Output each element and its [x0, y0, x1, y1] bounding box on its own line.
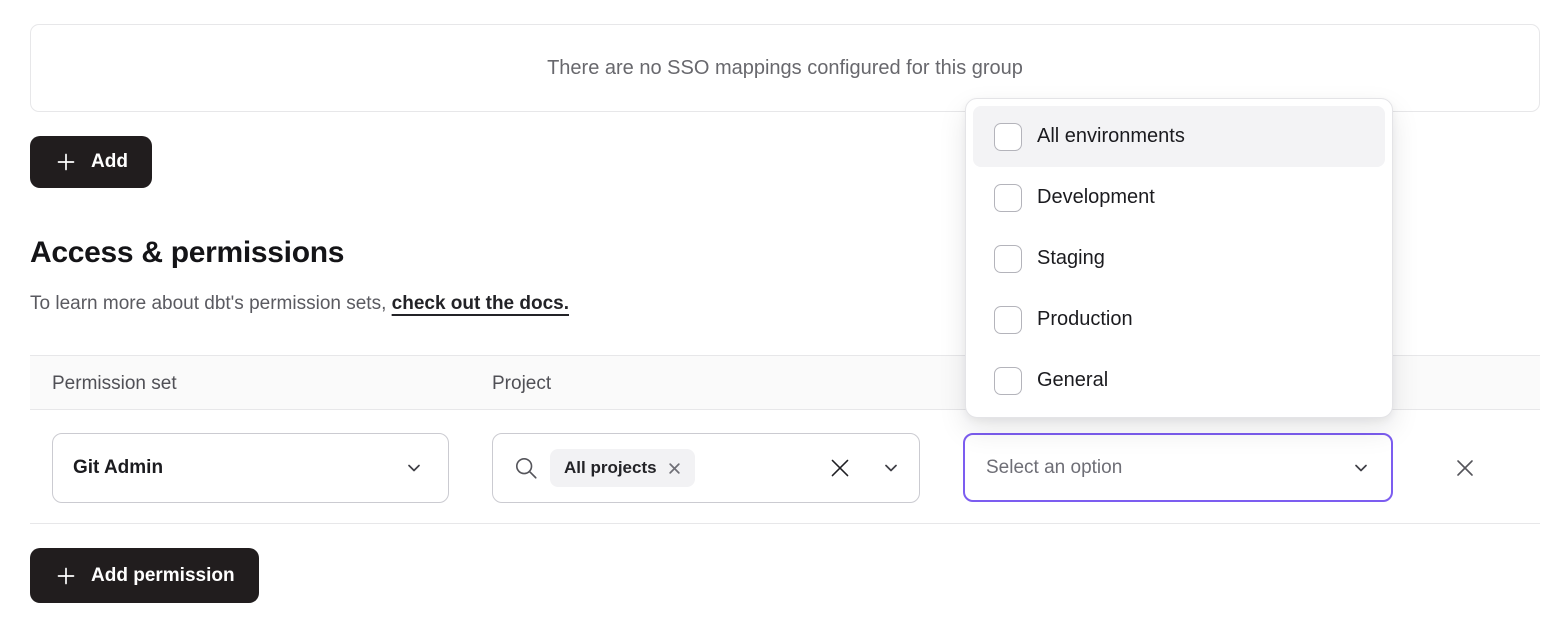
plus-icon: [54, 564, 78, 588]
environment-placeholder: Select an option: [986, 457, 1122, 479]
dropdown-option-production[interactable]: Production: [973, 289, 1385, 350]
dropdown-option-all-environments[interactable]: All environments: [973, 106, 1385, 167]
clear-selection-icon[interactable]: [827, 455, 853, 481]
add-permission-label: Add permission: [91, 565, 235, 587]
checkbox-unchecked-icon[interactable]: [994, 306, 1022, 334]
environment-dropdown-menu: All environments Development Staging Pro…: [965, 98, 1393, 418]
add-button-label: Add: [91, 151, 128, 173]
permission-set-value: Git Admin: [73, 457, 163, 479]
dropdown-option-label: Staging: [1037, 247, 1105, 270]
chevron-down-icon: [1351, 458, 1371, 478]
checkbox-unchecked-icon[interactable]: [994, 367, 1022, 395]
add-sso-mapping-button[interactable]: Add: [30, 136, 152, 188]
page-title: Access & permissions: [30, 236, 344, 270]
plus-icon: [54, 150, 78, 174]
environment-select[interactable]: Select an option: [963, 433, 1393, 502]
dropdown-option-development[interactable]: Development: [973, 167, 1385, 228]
dropdown-option-staging[interactable]: Staging: [973, 228, 1385, 289]
checkbox-unchecked-icon[interactable]: [994, 123, 1022, 151]
dropdown-option-label: All environments: [1037, 125, 1185, 148]
chevron-down-icon: [881, 458, 901, 478]
search-icon: [513, 455, 539, 481]
docs-link[interactable]: check out the docs.: [392, 293, 569, 314]
project-multiselect[interactable]: All projects: [492, 433, 920, 503]
close-icon: [1453, 456, 1477, 480]
add-permission-button[interactable]: Add permission: [30, 548, 259, 603]
project-chip: All projects: [550, 449, 695, 487]
dropdown-option-label: Production: [1037, 308, 1133, 331]
chevron-down-icon: [404, 458, 424, 478]
sso-empty-message: There are no SSO mappings configured for…: [547, 57, 1023, 80]
column-header-permission-set: Permission set: [52, 356, 177, 411]
dropdown-option-general[interactable]: General: [973, 350, 1385, 411]
project-chip-label: All projects: [564, 458, 657, 478]
dropdown-option-label: General: [1037, 369, 1108, 392]
subtitle-text: To learn more about dbt's permission set…: [30, 293, 392, 314]
remove-permission-row-button[interactable]: [1449, 452, 1481, 484]
permission-set-select[interactable]: Git Admin: [52, 433, 449, 503]
checkbox-unchecked-icon[interactable]: [994, 184, 1022, 212]
dropdown-option-label: Development: [1037, 186, 1155, 209]
permissions-subtitle: To learn more about dbt's permission set…: [30, 293, 569, 315]
checkbox-unchecked-icon[interactable]: [994, 245, 1022, 273]
chip-remove-icon[interactable]: [668, 462, 681, 475]
column-header-project: Project: [492, 356, 551, 411]
